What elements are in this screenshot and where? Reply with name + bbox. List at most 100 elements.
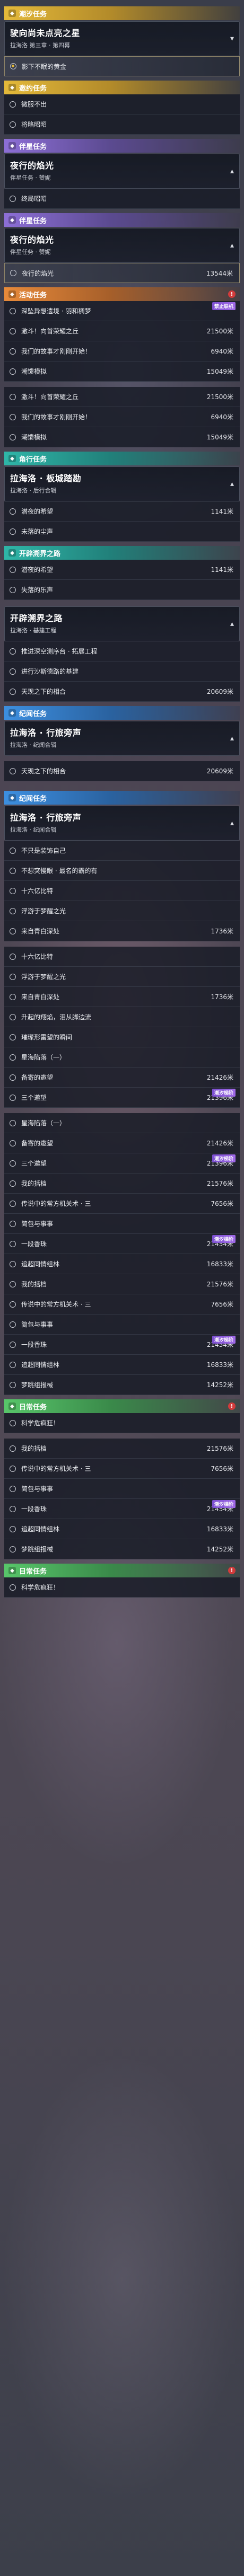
quest-step-label: 追超同情组林	[21, 1361, 60, 1369]
section-label: 活动任务	[19, 291, 47, 299]
quest-step-row[interactable]: 三个邀望 21396米 潮汐梯阶	[4, 1088, 240, 1108]
quest-step-row[interactable]: 十六亿比特	[4, 881, 240, 901]
quest-step-row[interactable]: 将略昭昭	[4, 114, 240, 135]
quest-step-row[interactable]: 备寄的邀望 21426米	[4, 1133, 240, 1153]
quest-step-row[interactable]: 激斗！向首荣耀之丘 21500米	[4, 387, 240, 407]
quest-card[interactable]: 夜行的焰光 伴星任务 · 赞妮 ▴	[4, 228, 240, 263]
quest-step-row[interactable]: 简包与事事	[4, 1479, 240, 1499]
quest-step-row[interactable]: 传说中的常方机关术 · 三 7656米	[4, 1194, 240, 1214]
quest-step-row[interactable]: 浮游于梦醒之光	[4, 967, 240, 987]
quest-step-row[interactable]: 深坠异想遗境 · 羽和稠梦 禁止联机	[4, 301, 240, 321]
quest-step-row[interactable]: 影下不眠的黄金	[4, 56, 240, 76]
circle-bullet-icon	[10, 528, 16, 535]
quest-step-row[interactable]: 传说中的常方机关术 · 三 7656米	[4, 1294, 240, 1315]
alert-dot-icon: !	[228, 1402, 236, 1410]
quest-step-row[interactable]: 科学危疯狂！	[4, 1413, 240, 1433]
quest-type-icon: ◆	[8, 216, 16, 224]
quest-step-row[interactable]: 追超同情组林 16833米	[4, 1254, 240, 1274]
quest-subtitle: 拉海洛 · 后行合辑	[10, 487, 57, 494]
quest-step-label: 简包与事事	[21, 1321, 54, 1328]
quest-step-row[interactable]: 潜夜的希望 1141米	[4, 560, 240, 580]
quest-step-row[interactable]: 不只是装饰自己	[4, 841, 240, 861]
quest-step-row[interactable]: 推进深空测序台 · 拓展工程	[4, 641, 240, 661]
quest-step-row[interactable]: 激斗！向首荣耀之丘 21500米	[4, 321, 240, 341]
quest-step-row[interactable]: 科学危疯狂！	[4, 1577, 240, 1598]
circle-bullet-icon	[10, 566, 16, 573]
quest-step-row[interactable]: 简包与事事	[4, 1315, 240, 1335]
quest-step-row[interactable]: 三个邀望 21396米 潮汐梯阶	[4, 1153, 240, 1174]
quest-step-label: 备寄的邀望	[21, 1074, 54, 1081]
quest-step-row[interactable]: 追超同情组林 16833米	[4, 1519, 240, 1539]
chevron-icon[interactable]: ▴	[230, 241, 234, 250]
section-label: 开辟溯界之路	[19, 550, 61, 558]
chevron-icon[interactable]: ▴	[230, 819, 234, 827]
circle-bullet-icon	[10, 1220, 16, 1227]
circle-bullet-icon	[10, 1419, 16, 1426]
quest-step-row[interactable]: 梦跳组报械 14252米	[4, 1539, 240, 1559]
quest-step-row[interactable]: 未落的尘声	[4, 522, 240, 542]
quest-step-row[interactable]: 浮游于梦醒之光	[4, 901, 240, 921]
quest-step-label: 潮馈模拟	[21, 368, 47, 375]
quest-step-row[interactable]: 简包与事事	[4, 1214, 240, 1234]
circle-bullet-icon	[10, 907, 16, 914]
quest-step-row[interactable]: 我们的故事才刚刚开始！ 6940米	[4, 341, 240, 361]
quest-step-label: 我的括档	[21, 1445, 47, 1452]
quest-step-row[interactable]: 一段香珠 21454米 潮汐梯阶	[4, 1499, 240, 1519]
quest-step-row[interactable]: 来自青白深处 1736米	[4, 987, 240, 1007]
quest-step-row[interactable]: 备寄的邀望 21426米	[4, 1068, 240, 1088]
quest-step-row[interactable]: 潜夜的希望 1141米	[4, 501, 240, 522]
quest-step-row[interactable]: 星海陷落（一）	[4, 1047, 240, 1068]
status-badge: 潮汐梯阶	[212, 1336, 236, 1344]
quest-step-row[interactable]: 一段香珠 21454米 潮汐梯阶	[4, 1234, 240, 1254]
chevron-icon[interactable]: ▾	[230, 34, 234, 43]
quest-step-row[interactable]: 来自青白深处 1736米	[4, 921, 240, 941]
circle-bullet-icon	[10, 348, 16, 355]
quest-step-row[interactable]: 天现之下的相合 20609米	[4, 761, 240, 781]
quest-step-row[interactable]: 不想突慢眼 · 最名的霸的有	[4, 861, 240, 881]
quest-step-row[interactable]: 失落的乐声	[4, 580, 240, 600]
quest-step-row[interactable]: 追超同情组林 16833米	[4, 1355, 240, 1375]
quest-step-row[interactable]: 天现之下的相合 20609米	[4, 682, 240, 702]
quest-step-row[interactable]: 夜行的焰光 13544米	[4, 263, 240, 283]
quest-step-row[interactable]: 潮馈模拟 15049米	[4, 427, 240, 447]
quest-step-row[interactable]: 我们的故事才刚刚开始！ 6940米	[4, 407, 240, 427]
quest-step-row[interactable]: 星海陷落（一）	[4, 1113, 240, 1133]
quest-card[interactable]: 夜行的焰光 伴星任务 · 赞妮 ▴	[4, 154, 240, 189]
distance-readout: 21576米	[206, 1445, 233, 1452]
quest-step-label: 深坠异想遗境 · 羽和稠梦	[21, 307, 91, 315]
quest-step-label: 十六亿比特	[21, 953, 54, 960]
chevron-icon[interactable]: ▴	[230, 620, 234, 628]
quest-step-row[interactable]: 我的括档 21576米	[4, 1439, 240, 1459]
quest-card[interactable]: 驶向尚未点亮之星 拉海洛 第三章 · 第四幕 ▾	[4, 21, 240, 56]
section-header: ◆ 伴星任务	[4, 213, 240, 227]
quest-step-row[interactable]: 终局昭昭	[4, 189, 240, 209]
chevron-icon[interactable]: ▴	[230, 167, 234, 175]
quest-step-label: 星海陷落（一）	[21, 1054, 66, 1061]
quest-step-row[interactable]: 璀璨形雷望的瞬间	[4, 1027, 240, 1047]
quest-card[interactable]: 开辟溯界之路 拉海洛 · 基建工程 ▴	[4, 606, 240, 641]
quest-step-label: 我们的故事才刚刚开始！	[21, 348, 92, 355]
quest-step-row[interactable]: 进行沙斯德路的基建	[4, 661, 240, 682]
quest-card[interactable]: 拉海洛 · 板城踏勘 拉海洛 · 后行合辑 ▴	[4, 466, 240, 501]
quest-step-row[interactable]: 十六亿比特	[4, 947, 240, 967]
circle-bullet-icon	[10, 1034, 16, 1040]
quest-card[interactable]: 拉海洛 · 行旅旁声 拉海洛 · 纪闻合辑 ▴	[4, 721, 240, 756]
quest-step-label: 来自青白深处	[21, 928, 60, 935]
quest-step-row[interactable]: 梦跳组报械 14252米	[4, 1375, 240, 1395]
circle-bullet-icon	[10, 1505, 16, 1512]
quest-step-row[interactable]: 我的括档 21576米	[4, 1174, 240, 1194]
quest-step-row[interactable]: 潮馈模拟 15049米	[4, 361, 240, 382]
quest-card[interactable]: 拉海洛 · 行旅旁声 拉海洛 · 纪闻合辑 ▴	[4, 806, 240, 841]
chevron-icon[interactable]: ▴	[230, 734, 234, 743]
quest-step-row[interactable]: 传说中的常方机关术 · 三 7656米	[4, 1459, 240, 1479]
quest-step-row[interactable]: 升起的翔焰，泪从脚边流	[4, 1007, 240, 1027]
quest-step-row[interactable]: 一段香珠 21454米 潮汐梯阶	[4, 1335, 240, 1355]
status-badge: 潮汐梯阶	[212, 1154, 236, 1162]
distance-readout: 7656米	[211, 1301, 233, 1308]
quest-step-row[interactable]: 我的括档 21576米	[4, 1274, 240, 1294]
distance-readout: 21576米	[206, 1180, 233, 1187]
quest-step-label: 十六亿比特	[21, 887, 54, 895]
chevron-icon[interactable]: ▴	[230, 480, 234, 488]
quest-step-row[interactable]: 微服不出	[4, 94, 240, 114]
